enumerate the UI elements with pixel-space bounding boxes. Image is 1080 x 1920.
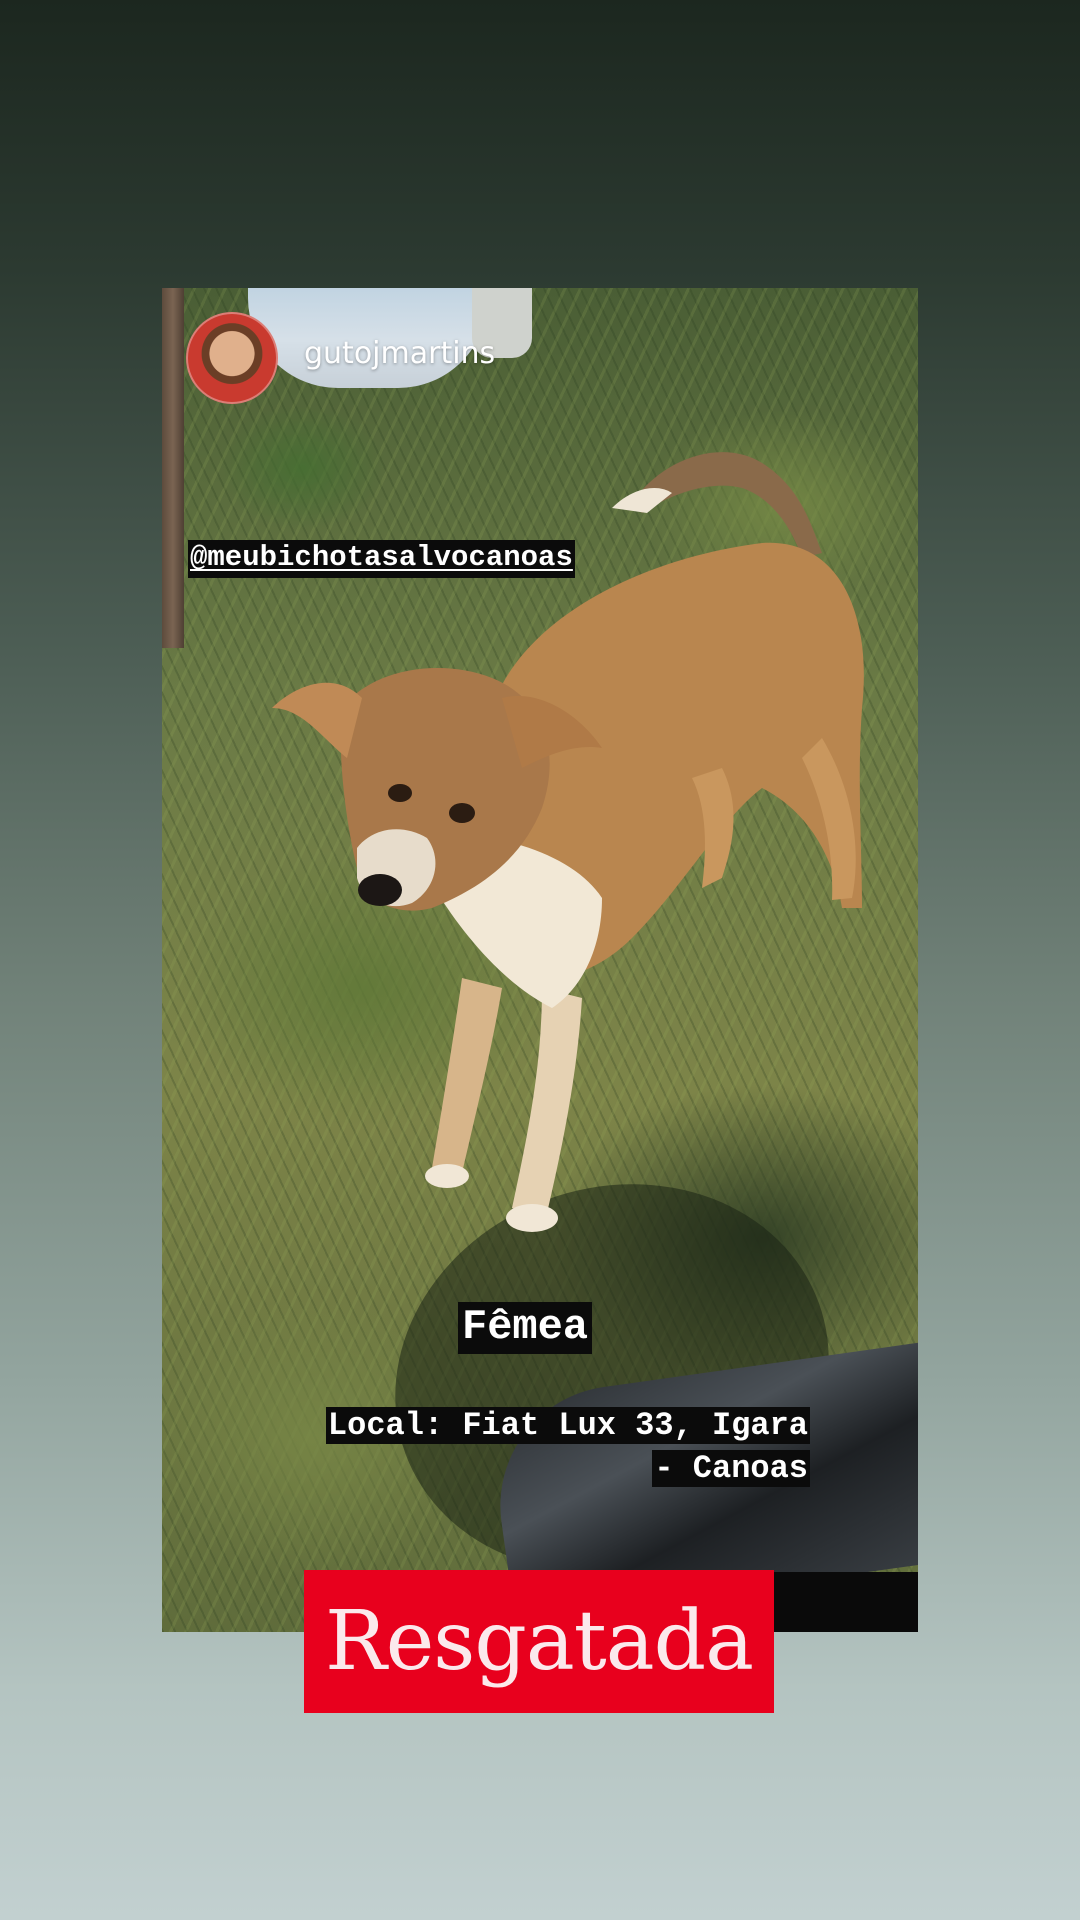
location-line-1: Local: Fiat Lux 33, Igara <box>325 1407 810 1444</box>
location-line-2: - Canoas <box>652 1450 810 1488</box>
username[interactable]: gutojmartins <box>304 336 495 371</box>
photo-edge <box>768 1572 918 1632</box>
banner-text: Resgatada <box>325 1593 754 1689</box>
rescued-banner: Resgatada <box>304 1570 774 1713</box>
mention-sticker[interactable]: @meubichotasalvocanoas <box>188 540 575 578</box>
avatar[interactable] <box>186 312 278 404</box>
location-label: Local: Fiat Lux 33, Igara - Canoas <box>325 1404 810 1490</box>
sex-label: Fêmea <box>458 1302 593 1354</box>
